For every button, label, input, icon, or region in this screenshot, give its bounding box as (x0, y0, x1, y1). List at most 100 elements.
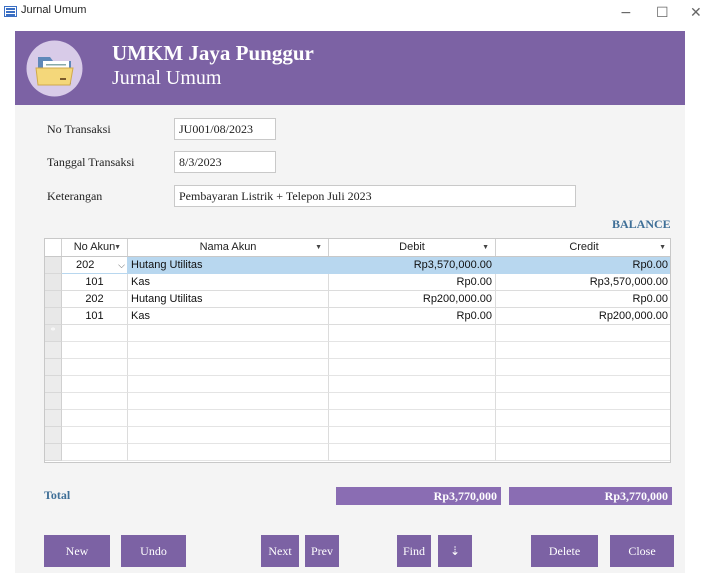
empty-cell (496, 444, 670, 461)
grid-header: No Akun ▼ Nama Akun ▼ Debit ▼ Credit ▼ (45, 239, 670, 257)
sort-button[interactable]: ⇣ (438, 535, 472, 567)
empty-cell (62, 342, 128, 359)
empty-cell (329, 359, 496, 376)
close-window-button[interactable]: ✕ (690, 4, 702, 22)
form-icon (4, 6, 17, 17)
cell-debit[interactable]: Rp200,000.00 (329, 291, 496, 308)
find-button[interactable]: Find (397, 535, 431, 567)
cell-credit[interactable]: Rp0.00 (496, 257, 670, 274)
column-header-nama-akun[interactable]: Nama Akun ▼ (128, 239, 329, 256)
folder-icon (26, 40, 83, 97)
cell-no-akun[interactable]: 202 (62, 291, 128, 308)
empty-cell (496, 376, 670, 393)
column-label: Nama Akun (199, 241, 257, 253)
empty-cell (128, 410, 329, 427)
column-header-debit[interactable]: Debit ▼ (329, 239, 496, 256)
cell-nama-akun[interactable]: Kas (128, 274, 329, 291)
empty-cell (496, 342, 670, 359)
table-row[interactable]: 202 ⌵ Hutang Utilitas Rp3,570,000.00 Rp0.… (45, 257, 670, 274)
total-debit: Rp3,770,000 (336, 487, 501, 505)
row-selector (45, 393, 62, 410)
close-button[interactable]: Close (610, 535, 674, 567)
row-selector (45, 427, 62, 444)
prev-button[interactable]: Prev (305, 535, 339, 567)
row-selector-header[interactable] (45, 239, 62, 256)
empty-row (45, 359, 670, 376)
keterangan-field[interactable]: Pembayaran Listrik + Telepon Juli 2023 (174, 185, 576, 207)
table-row[interactable]: 202 Hutang Utilitas Rp200,000.00 Rp0.00 (45, 291, 670, 308)
column-header-credit[interactable]: Credit ▼ (496, 239, 670, 256)
no-transaksi-field[interactable]: JU001/08/2023 (174, 118, 276, 140)
row-selector (45, 359, 62, 376)
new-record-marker[interactable]: * (45, 325, 62, 342)
delete-button[interactable]: Delete (531, 535, 598, 567)
empty-cell (62, 444, 128, 461)
minimize-button[interactable]: − (620, 4, 632, 22)
cell-no-akun[interactable]: 101 (62, 308, 128, 325)
empty-cell (496, 410, 670, 427)
empty-cell (62, 427, 128, 444)
empty-cell (128, 359, 329, 376)
new-button[interactable]: New (44, 535, 110, 567)
balance-status: BALANCE (612, 217, 671, 231)
total-label: Total (44, 488, 71, 502)
undo-button[interactable]: Undo (121, 535, 186, 567)
maximize-button[interactable]: ☐ (656, 4, 669, 22)
row-selector[interactable] (45, 274, 62, 291)
empty-cell (128, 427, 329, 444)
cell-nama-akun[interactable]: Kas (128, 308, 329, 325)
cell-credit[interactable] (496, 325, 670, 342)
cell-credit[interactable]: Rp0.00 (496, 291, 670, 308)
cell-no-akun[interactable]: 202 ⌵ (62, 257, 128, 274)
empty-cell (62, 359, 128, 376)
cell-no-akun[interactable]: 101 (62, 274, 128, 291)
keterangan-label: Keterangan (47, 189, 103, 203)
table-row[interactable]: 101 Kas Rp0.00 Rp200,000.00 (45, 308, 670, 325)
cell-debit[interactable]: Rp3,570,000.00 (329, 257, 496, 274)
empty-cell (496, 393, 670, 410)
total-credit: Rp3,770,000 (509, 487, 672, 505)
cell-nama-akun[interactable]: Hutang Utilitas (128, 257, 329, 274)
cell-no-akun[interactable] (62, 325, 128, 342)
new-record-row[interactable]: * (45, 325, 670, 342)
column-label: No Akun (73, 241, 116, 253)
cell-debit[interactable] (329, 325, 496, 342)
dropdown-arrow-icon: ▼ (315, 244, 322, 251)
empty-row (45, 393, 670, 410)
cell-credit[interactable]: Rp3,570,000.00 (496, 274, 670, 291)
next-button[interactable]: Next (261, 535, 299, 567)
row-selector[interactable] (45, 257, 62, 274)
cell-nama-akun[interactable] (128, 325, 329, 342)
cell-nama-akun[interactable]: Hutang Utilitas (128, 291, 329, 308)
dropdown-arrow-icon: ▼ (114, 244, 121, 251)
cell-credit[interactable]: Rp200,000.00 (496, 308, 670, 325)
dropdown-arrow-icon: ▼ (482, 244, 489, 251)
empty-cell (128, 376, 329, 393)
empty-cell (329, 410, 496, 427)
form-header: UMKM Jaya Punggur Jurnal Umum (15, 31, 685, 105)
empty-row (45, 444, 670, 461)
company-name: UMKM Jaya Punggur (112, 41, 314, 65)
column-label: Credit (569, 241, 599, 253)
dropdown-arrow-icon: ▼ (659, 244, 666, 251)
combo-dropdown-icon[interactable]: ⌵ (118, 257, 125, 273)
cell-debit[interactable]: Rp0.00 (329, 274, 496, 291)
column-header-no-akun[interactable]: No Akun ▼ (62, 239, 128, 256)
empty-cell (329, 427, 496, 444)
empty-cell (62, 410, 128, 427)
row-selector (45, 444, 62, 461)
empty-cell (128, 444, 329, 461)
table-row[interactable]: 101 Kas Rp0.00 Rp3,570,000.00 (45, 274, 670, 291)
cell-debit[interactable]: Rp0.00 (329, 308, 496, 325)
row-selector (45, 376, 62, 393)
empty-cell (329, 444, 496, 461)
tanggal-transaksi-field[interactable]: 8/3/2023 (174, 151, 276, 173)
empty-row (45, 427, 670, 444)
row-selector[interactable] (45, 308, 62, 325)
empty-cell (128, 393, 329, 410)
tanggal-transaksi-label: Tanggal Transaksi (47, 155, 135, 169)
empty-cell (329, 393, 496, 410)
empty-row (45, 342, 670, 359)
row-selector[interactable] (45, 291, 62, 308)
window-titlebar: Jurnal Umum − ☐ ✕ (0, 0, 711, 31)
